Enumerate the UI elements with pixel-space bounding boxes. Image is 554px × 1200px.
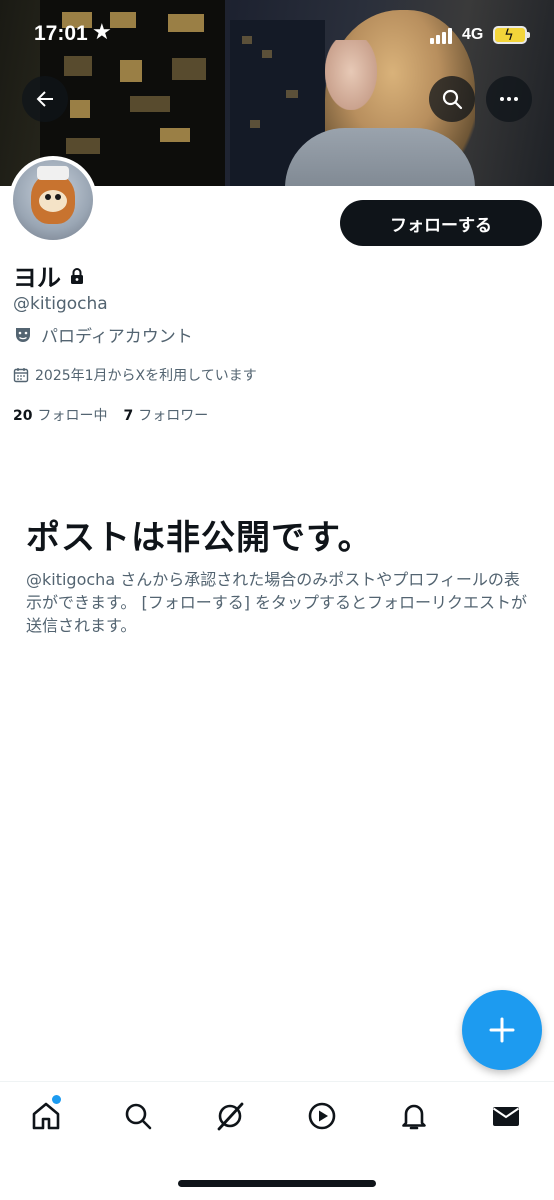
video-play-icon (308, 1102, 336, 1130)
search-profile-button[interactable] (429, 76, 475, 122)
followers-link[interactable]: 7 フォロワー (123, 405, 208, 425)
nav-messages[interactable] (486, 1096, 526, 1136)
follow-stats: 20 フォロー中 7 フォロワー (13, 405, 208, 425)
back-arrow-icon (36, 91, 53, 107)
status-time: 17:01 (34, 22, 88, 45)
battery-icon: ϟ (493, 26, 530, 44)
star-icon: ★ (92, 20, 112, 45)
followers-label: フォロワー (138, 408, 209, 424)
home-notification-dot (52, 1095, 61, 1104)
theater-mask-icon (13, 325, 33, 345)
search-icon (125, 1103, 152, 1130)
followers-count: 7 (123, 408, 134, 424)
parody-label: パロディアカウント (41, 327, 193, 347)
home-icon (32, 1102, 60, 1130)
nav-search[interactable] (118, 1096, 158, 1136)
private-notice-description: @kitigocha さんから承認された場合のみポストやプロフィールの表示ができ… (26, 570, 528, 635)
calendar-icon (13, 367, 29, 383)
grok-icon (217, 1102, 244, 1131)
follow-button[interactable]: フォローする (340, 200, 542, 246)
following-label: フォロー中 (37, 408, 108, 424)
more-icon (500, 97, 518, 101)
lock-icon (69, 267, 85, 285)
joined-date-row: 2025年1月からXを利用しています (13, 365, 257, 385)
plus-icon (489, 1017, 515, 1043)
nav-grok[interactable] (210, 1096, 250, 1136)
home-indicator (178, 1180, 376, 1187)
parody-label-row: パロディアカウント (13, 322, 193, 347)
handle: @kitigocha (13, 294, 108, 314)
bell-icon (402, 1104, 426, 1130)
following-count: 20 (13, 408, 33, 424)
avatar-image (13, 160, 93, 240)
search-icon (442, 89, 463, 110)
signal-icon (430, 28, 456, 44)
mail-icon (492, 1107, 520, 1126)
back-button[interactable] (22, 76, 68, 122)
following-link[interactable]: 20 フォロー中 (13, 405, 107, 425)
compose-post-button[interactable] (462, 990, 542, 1070)
avatar[interactable] (9, 156, 97, 244)
nav-video[interactable] (302, 1096, 342, 1136)
more-options-button[interactable] (486, 76, 532, 122)
joined-date: 2025年1月からXを利用しています (35, 368, 257, 384)
status-bar: 17:01 ★ 4G ϟ (0, 0, 554, 70)
display-name: ヨル (13, 264, 61, 292)
private-notice-title: ポストは非公開です。 (26, 518, 373, 558)
nav-notifications[interactable] (394, 1096, 434, 1136)
network-type: 4G (462, 26, 484, 43)
display-name-row: ヨル (13, 258, 85, 293)
